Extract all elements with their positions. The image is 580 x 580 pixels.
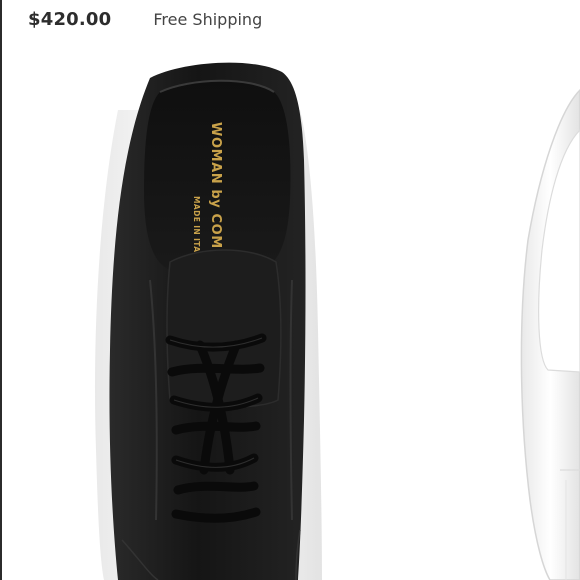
- page-left-border: [0, 0, 2, 580]
- listing-price: $420.00: [28, 8, 112, 30]
- price-row: $420.00 Free Shipping: [28, 4, 580, 34]
- product-photo[interactable]: WOMAN by COMMON MADE IN ITALY: [0, 0, 580, 580]
- listing-view: WOMAN by COMMON MADE IN ITALY $420.00 Fr…: [0, 0, 580, 580]
- sneaker-image: WOMAN by COMMON MADE IN ITALY: [94, 62, 580, 580]
- shipping-label: Free Shipping: [153, 9, 263, 29]
